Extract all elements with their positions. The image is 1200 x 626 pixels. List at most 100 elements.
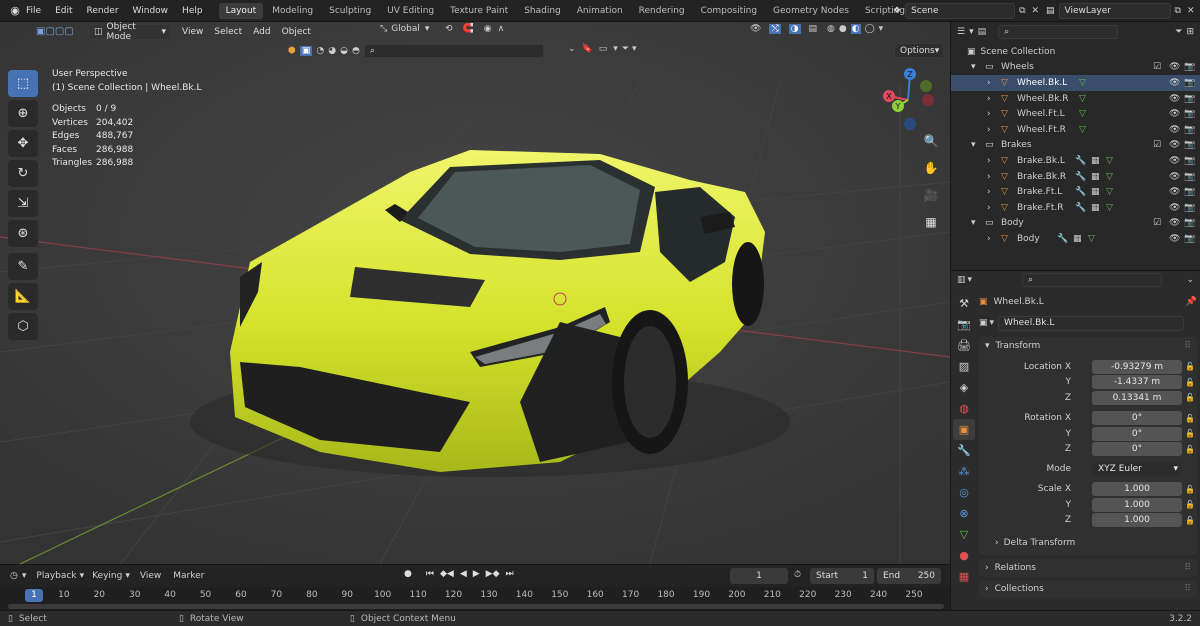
transform-panel-header[interactable]: ▾ Transform ⠿ — [979, 337, 1197, 355]
menu-help[interactable]: Help — [182, 6, 203, 16]
workspace-tab-rendering[interactable]: Rendering — [632, 3, 692, 19]
play-icon[interactable]: ▶ — [473, 569, 480, 579]
viewport-menu-add[interactable]: Add — [253, 27, 270, 37]
outliner-search-input[interactable]: ⌕ — [998, 25, 1119, 39]
object-name-input[interactable]: Wheel.Bk.L — [998, 315, 1185, 331]
workspace-tab-texture-paint[interactable]: Texture Paint — [443, 3, 515, 19]
start-frame-field[interactable]: Start 1 — [810, 568, 874, 584]
view-layer-selector[interactable]: ▤ ViewLayer ⧉ ✕ — [1046, 3, 1195, 19]
clock-icon[interactable]: ◷ — [10, 571, 18, 581]
viewport-menu-view[interactable]: View — [182, 27, 203, 37]
render-camera-icon[interactable]: 📷 — [1184, 125, 1195, 135]
pivot-icon[interactable]: ⟲ — [445, 24, 453, 34]
outliner-row-collection[interactable]: ▾ ▭ Wheels ☑ 👁 📷 — [951, 60, 1200, 76]
render-camera-icon[interactable]: 📷 — [1184, 234, 1195, 244]
mesh-data-icon[interactable]: ▽ — [1079, 125, 1086, 135]
outliner-row-collection[interactable]: ▾ ▭ Brakes ☑ 👁 📷 — [951, 138, 1200, 154]
workspace-tab-geometry-nodes[interactable]: Geometry Nodes — [766, 3, 856, 19]
render-camera-icon[interactable]: 📷 — [1184, 109, 1195, 119]
empty-filter-icon[interactable]: ◒ — [340, 46, 348, 56]
visibility-eye-icon[interactable]: 👁 — [1169, 109, 1180, 119]
transform-orientation-dropdown[interactable]: ⤡ Global ▾ — [380, 24, 429, 34]
chevron-down-icon[interactable]: ▾ — [969, 27, 974, 37]
proportional-edit-icon[interactable]: ◉ — [484, 24, 492, 34]
material-icon[interactable]: ▦ — [1091, 172, 1100, 182]
disclosure-triangle-icon[interactable]: › — [987, 234, 991, 244]
timeline-menu-playback[interactable]: Playback — [36, 571, 76, 581]
chevron-down-icon[interactable]: ▾ — [968, 275, 973, 285]
material-tab-icon[interactable]: ● — [953, 545, 975, 566]
render-camera-icon[interactable]: 📷 — [1184, 78, 1195, 88]
camera-filter-icon[interactable]: ◕ — [328, 46, 336, 56]
falloff-icon[interactable]: ∧ — [498, 24, 505, 34]
scene-copy-icon[interactable]: ⧉ — [1019, 6, 1025, 16]
workspace-tab-layout[interactable]: Layout — [218, 2, 264, 19]
lock-icon[interactable]: 🔓 — [1185, 485, 1195, 494]
pan-hand-icon[interactable]: ✋ — [920, 157, 942, 179]
end-frame-field[interactable]: End 250 — [877, 568, 941, 584]
cursor-tool-icon[interactable]: ⊕ — [8, 100, 38, 127]
add-cube-tool-icon[interactable]: ⬡ — [8, 313, 38, 340]
outliner-row-object[interactable]: › ▽ Wheel.Bk.R ▽ 👁 📷 — [951, 91, 1200, 107]
visibility-eye-icon[interactable]: 👁 — [1169, 187, 1180, 197]
particles-tab-icon[interactable]: ⁂ — [953, 461, 975, 482]
menu-file[interactable]: File — [26, 6, 41, 16]
timeline-scrollbar[interactable] — [8, 604, 944, 609]
display-mode-icon[interactable]: ▤ — [978, 27, 987, 37]
visibility-eye-icon[interactable]: 👁 — [1169, 62, 1180, 72]
modifier-wrench-icon[interactable]: 🔧 — [1075, 172, 1086, 182]
material-icon[interactable]: ▦ — [1091, 156, 1100, 166]
workspace-tab-shading[interactable]: Shading — [517, 3, 568, 19]
annotate-tool-icon[interactable]: ✎ — [8, 253, 38, 280]
outliner-row-object[interactable]: › ▽ Body 🔧 ▦ ▽ 👁 📷 — [951, 231, 1200, 247]
viewport-menu-object[interactable]: Object — [282, 27, 311, 37]
outliner-row-object[interactable]: › ▽ Wheel.Ft.L ▽ 👁 📷 — [951, 106, 1200, 122]
shading-solid-icon[interactable]: ● — [839, 24, 847, 34]
delta-transform-subpanel[interactable]: › Delta Transform — [979, 534, 1197, 552]
menu-edit[interactable]: Edit — [55, 6, 72, 16]
camera-view-icon[interactable]: 🎥 — [920, 184, 942, 206]
current-frame-field[interactable]: 1 — [730, 568, 788, 584]
scene-delete-icon[interactable]: ✕ — [1032, 6, 1040, 16]
mesh-data-icon[interactable]: ▽ — [1106, 187, 1113, 197]
object-type-icon[interactable]: ▣ — [979, 318, 988, 328]
bookmark-icon[interactable]: 🔖 — [582, 44, 593, 54]
checkbox-icon[interactable]: ☑ — [1153, 140, 1161, 150]
workspace-tab-compositing[interactable]: Compositing — [694, 3, 764, 19]
visibility-eye-icon[interactable]: 👁 — [1169, 234, 1180, 244]
render-camera-icon[interactable]: 📷 — [1184, 172, 1195, 182]
workspace-tab-animation[interactable]: Animation — [570, 3, 630, 19]
rotate-tool-icon[interactable]: ↻ — [8, 160, 38, 187]
physics-tab-icon[interactable]: ◎ — [953, 482, 975, 503]
scene-selector[interactable]: ❖ Scene ⧉ ✕ — [893, 3, 1039, 19]
render-camera-icon[interactable]: 📷 — [1184, 218, 1195, 228]
viewport-search-input[interactable]: ⌕ — [363, 44, 544, 58]
transform-tool-icon[interactable]: ⊛ — [8, 220, 38, 247]
disclosure-triangle-icon[interactable]: › — [987, 172, 991, 182]
render-camera-icon[interactable]: 📷 — [1184, 187, 1195, 197]
drag-handle-icon[interactable]: ⠿ — [1184, 584, 1191, 594]
workspace-tab-sculpting[interactable]: Sculpting — [322, 3, 378, 19]
disclosure-triangle-icon[interactable]: › — [987, 156, 991, 166]
prev-keyframe-icon[interactable]: ◆◀ — [440, 569, 454, 579]
data-tab-icon[interactable]: ▽ — [953, 524, 975, 545]
disclosure-triangle-icon[interactable]: ▾ — [971, 140, 976, 150]
lock-icon[interactable]: 🔓 — [1185, 362, 1195, 371]
mesh-data-icon[interactable]: ▽ — [1088, 234, 1095, 244]
object-tab-icon[interactable]: ▣ — [953, 419, 975, 440]
render-camera-icon[interactable]: 📷 — [1184, 94, 1195, 104]
snap-icon[interactable]: 🧲 — [463, 24, 474, 34]
visibility-eye-icon[interactable]: 👁 — [1169, 125, 1180, 135]
mesh-data-icon[interactable]: ▽ — [1079, 109, 1086, 119]
rotation-x-field[interactable]: 0° — [1092, 411, 1182, 426]
modifier-wrench-icon[interactable]: 🔧 — [1075, 156, 1086, 166]
navigation-gizmo[interactable]: Z X Y — [880, 66, 942, 130]
visibility-eye-icon[interactable]: 👁 — [1169, 78, 1180, 88]
workspace-tab-modeling[interactable]: Modeling — [265, 3, 320, 19]
lock-icon[interactable]: 🔓 — [1185, 516, 1195, 525]
timeline-menu-view[interactable]: View — [140, 571, 161, 581]
shading-wireframe-icon[interactable]: ◍ — [827, 24, 835, 34]
light-filter-icon[interactable]: ◔ — [316, 46, 324, 56]
blender-logo-icon[interactable]: ◉ — [4, 4, 26, 17]
timeline-menu-marker[interactable]: Marker — [173, 571, 204, 581]
